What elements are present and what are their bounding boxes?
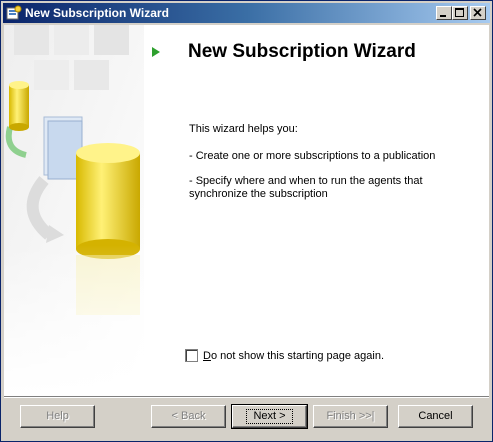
dont-show-again-label-text: o not show this starting page again. — [210, 349, 385, 362]
title-bar[interactable]: New Subscription Wizard — [3, 3, 490, 23]
close-button[interactable] — [470, 6, 486, 20]
page-title: New Subscription Wizard — [188, 41, 416, 62]
help-button[interactable]: Help — [20, 405, 95, 428]
wizard-banner-image — [4, 25, 144, 396]
app-icon — [6, 5, 22, 20]
window-title: New Subscription Wizard — [25, 6, 169, 20]
close-icon — [473, 8, 482, 17]
bullet-item: - Specify where and when to run the agen… — [189, 175, 423, 200]
play-arrow-icon — [152, 47, 160, 57]
intro-text: This wizard helps you: — [189, 123, 298, 135]
back-button[interactable]: < Back — [151, 405, 226, 428]
dont-show-again-option[interactable]: Do not show this starting page again. — [185, 349, 384, 362]
separator-highlight — [4, 397, 489, 398]
finish-button[interactable]: Finish >>| — [313, 405, 388, 428]
wizard-content: New Subscription Wizard This wizard help… — [4, 25, 489, 396]
maximize-icon — [455, 8, 464, 17]
dont-show-again-checkbox[interactable] — [185, 349, 198, 362]
wizard-window: New Subscription Wizard New Subscription… — [0, 0, 493, 442]
minimize-icon — [440, 15, 446, 17]
dont-show-again-label[interactable]: Do not show this starting page again. — [203, 350, 384, 362]
minimize-button[interactable] — [436, 6, 452, 20]
cancel-button[interactable]: Cancel — [398, 405, 473, 428]
mnemonic-char: D — [203, 349, 211, 362]
next-button[interactable]: Next > — [231, 404, 308, 429]
maximize-button[interactable] — [452, 6, 468, 20]
bullet-item: - Create one or more subscriptions to a … — [189, 150, 436, 162]
next-button-label: Next > — [246, 409, 293, 424]
